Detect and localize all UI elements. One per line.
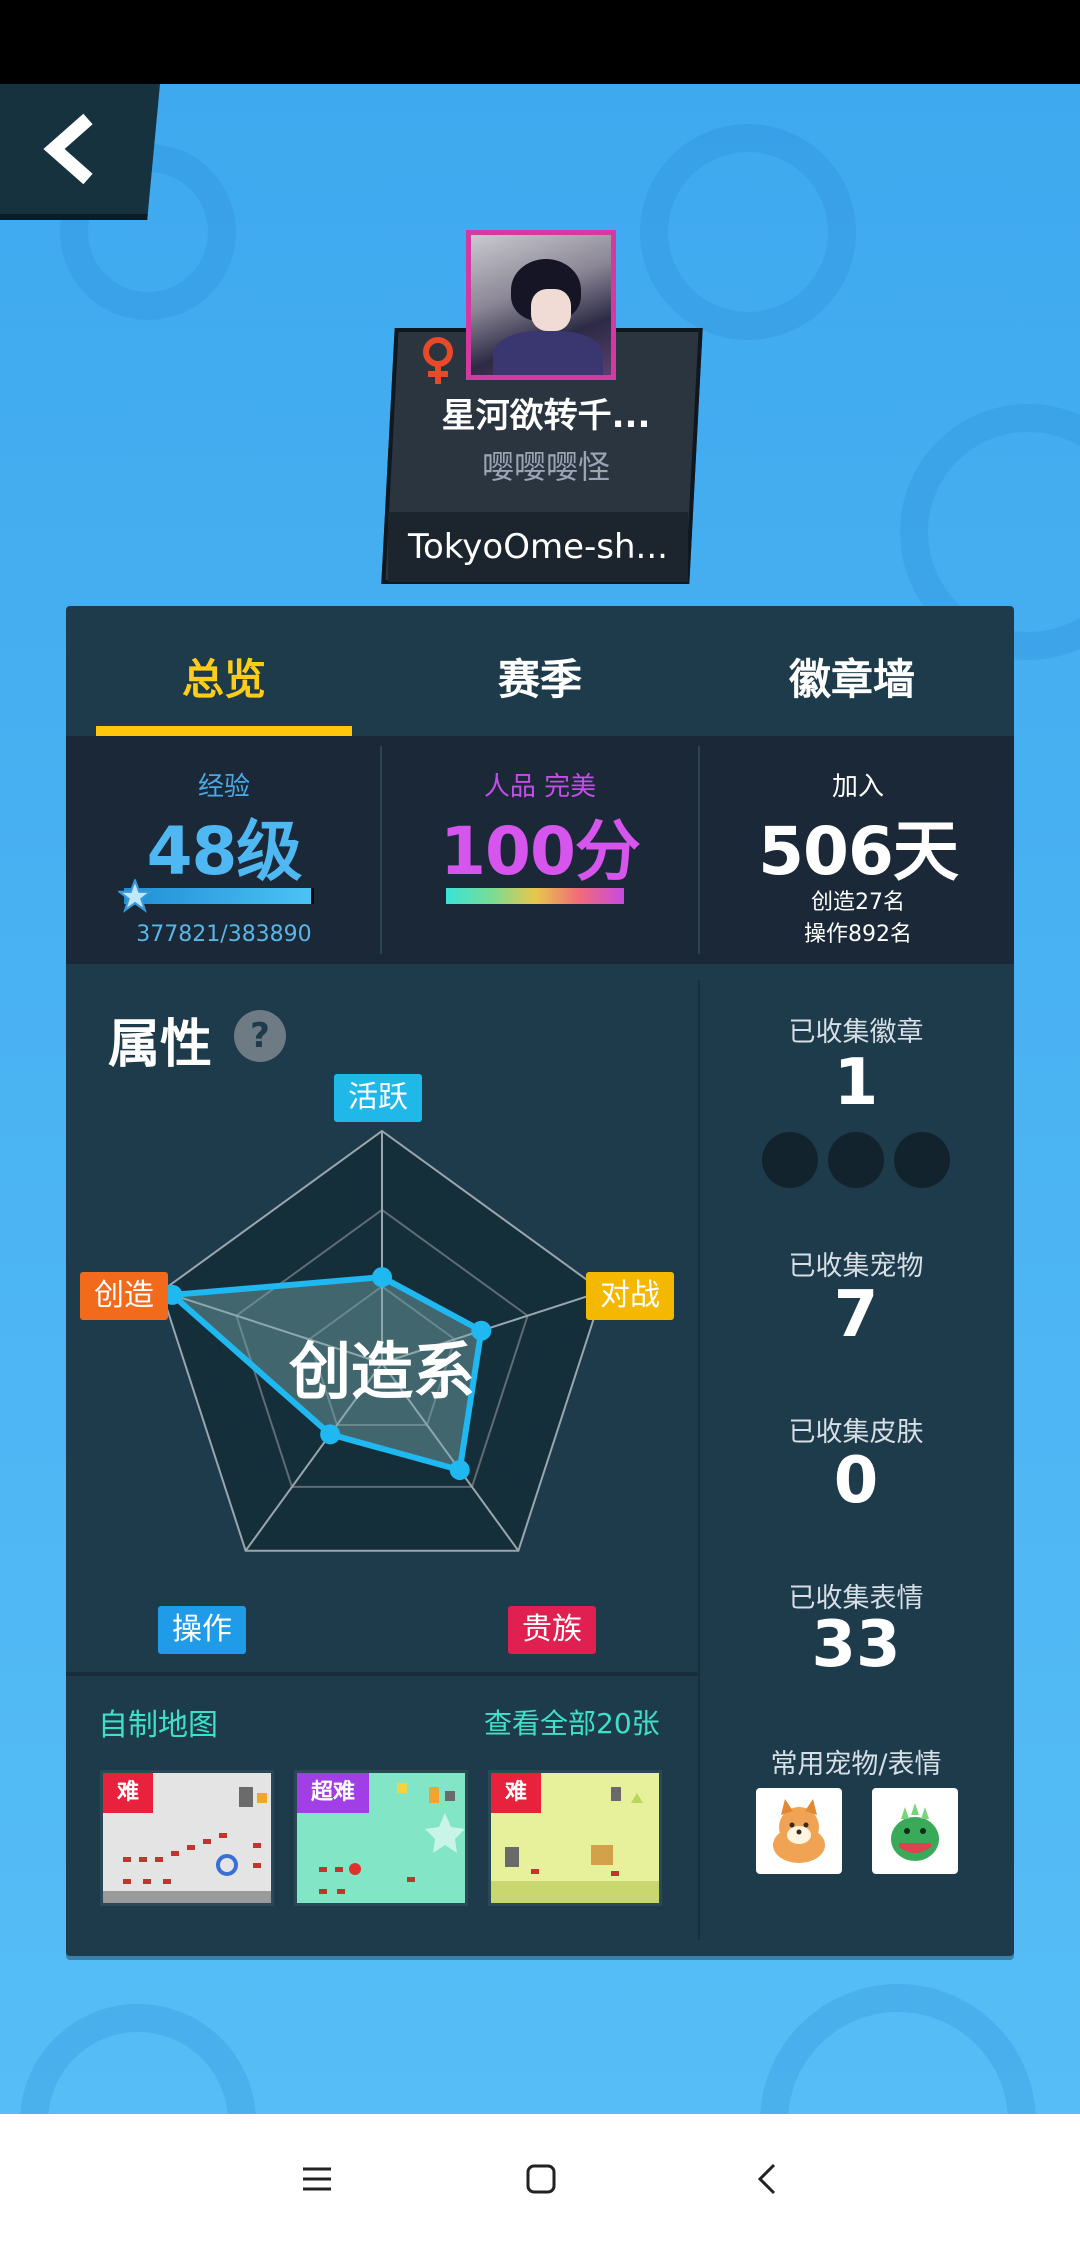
map-thumbnail[interactable]: 难 (488, 1770, 662, 1906)
help-icon[interactable]: ? (234, 1010, 286, 1062)
experience-progress-bar (124, 888, 314, 904)
attributes-title: 属性 (108, 1015, 213, 1075)
nickname: 星河欲转千... (441, 396, 651, 436)
home-icon (526, 2164, 556, 2194)
joined-days: 506天 (758, 813, 959, 890)
experience-level: 48级 (146, 813, 303, 890)
radar-point (372, 1267, 392, 1288)
radar-center-label: 创造系 (289, 1335, 475, 1408)
attr-tag-noble: 贵族 (508, 1606, 596, 1654)
favorite-pet-shiba[interactable] (756, 1788, 842, 1874)
tab-active-indicator (96, 726, 352, 736)
status-bar (0, 0, 1080, 84)
joined-stat: 加入 506天 创造27名 操作892名 (700, 736, 1016, 964)
menu-icon (303, 2167, 331, 2191)
tab-season[interactable]: 赛季 (412, 646, 668, 707)
nav-back-button[interactable] (742, 2154, 792, 2204)
experience-progress-text: 377821/383890 (136, 922, 312, 947)
difficulty-tag: 超难 (297, 1773, 370, 1813)
difficulty-tag: 难 (103, 1773, 154, 1813)
menu-button[interactable] (292, 2154, 342, 2204)
rp-value: 100分 (440, 813, 641, 890)
chevron-left-icon (43, 113, 93, 185)
tab-badge-wall[interactable]: 徽章墙 (724, 646, 980, 707)
dinosaur-icon (891, 1803, 939, 1861)
attributes-radar-chart: 创造系 (160, 1129, 604, 1552)
back-button[interactable] (0, 84, 160, 220)
user-title: 嘤嘤嘤怪 (481, 448, 610, 486)
back-arrow-icon (757, 2163, 776, 2195)
female-icon (418, 336, 458, 390)
map-thumbnail[interactable]: 难 (100, 1770, 274, 1906)
badges-collected-value: 1 (833, 1046, 879, 1120)
experience-stat: 经验 48级 377821/383890 (66, 736, 382, 964)
emotes-collected-value: 33 (811, 1608, 901, 1682)
user-id: TokyoOme-sh... (388, 512, 688, 582)
badge-slot[interactable] (828, 1132, 884, 1188)
star-icon (116, 877, 154, 917)
pets-collected-value: 7 (833, 1278, 879, 1352)
tab-overview[interactable]: 总览 (96, 646, 352, 707)
view-all-maps-link[interactable]: 查看全部20张 (484, 1702, 660, 1742)
map-thumbnail[interactable]: 超难 (294, 1770, 468, 1906)
radar-point (320, 1424, 341, 1445)
custom-maps-title: 自制地图 (98, 1708, 218, 1743)
badges-collected-label: 已收集徽章 (788, 1017, 924, 1048)
avatar[interactable] (466, 230, 616, 380)
badge-slot[interactable] (762, 1132, 818, 1188)
favorites-label: 常用宠物/表情 (770, 1749, 942, 1780)
favorite-pet-dino[interactable] (872, 1788, 958, 1874)
attr-tag-active: 活跃 (334, 1074, 422, 1122)
shiba-dog-icon (773, 1799, 825, 1863)
rp-gradient-bar (446, 888, 624, 904)
attr-tag-operate: 操作 (158, 1606, 246, 1654)
difficulty-tag: 难 (491, 1773, 542, 1813)
create-rank: 创造27名 (811, 890, 905, 915)
radar-point (449, 1459, 470, 1480)
operate-rank: 操作892名 (804, 922, 912, 947)
badge-slot[interactable] (894, 1132, 950, 1188)
rp-stat: 人品 完美 100分 (382, 736, 698, 964)
home-button[interactable] (516, 2154, 566, 2204)
attr-tag-battle: 对战 (586, 1272, 674, 1320)
skins-collected-value: 0 (833, 1444, 879, 1518)
attr-tag-create: 创造 (80, 1272, 168, 1320)
